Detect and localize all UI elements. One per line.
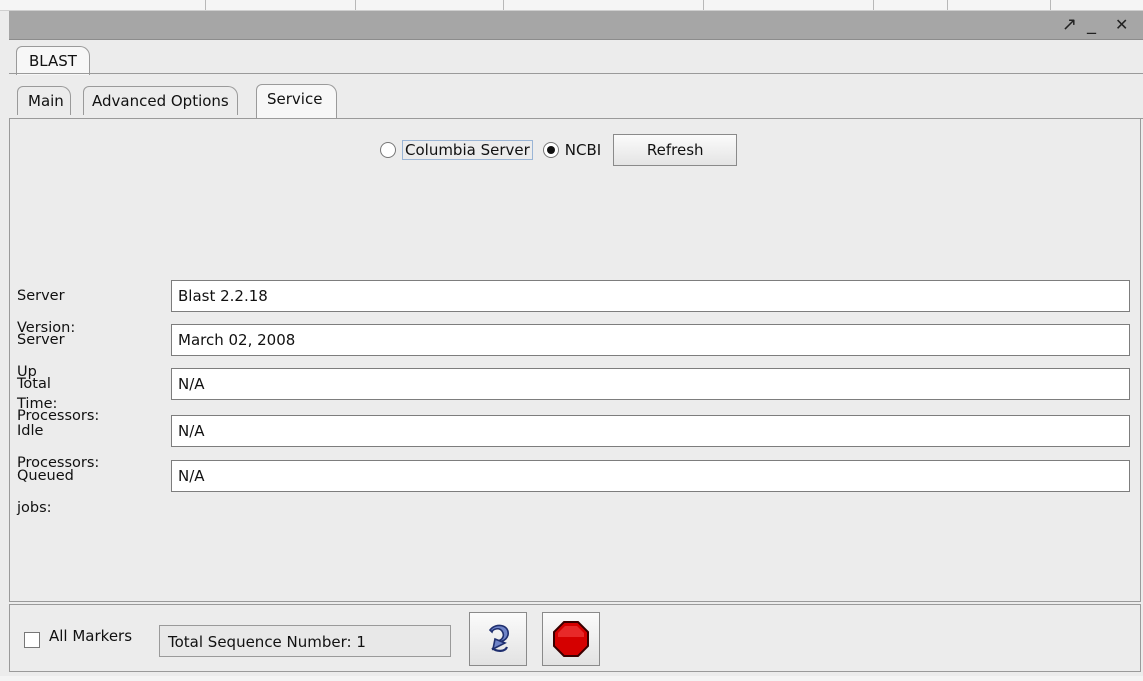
radio-label-columbia-server[interactable]: Columbia Server	[402, 140, 533, 160]
strip-separator	[1050, 0, 1051, 10]
stop-icon	[553, 621, 589, 657]
divider	[9, 73, 1143, 74]
strip-separator	[873, 0, 874, 10]
total-processors-field[interactable]	[171, 368, 1130, 400]
idle-processors-field[interactable]	[171, 415, 1130, 447]
server-selector: Columbia Server NCBI Refresh	[380, 134, 738, 166]
tab-service[interactable]: Service	[256, 84, 338, 119]
sequence-count-display: Total Sequence Number: 1	[159, 625, 451, 657]
server-version-field[interactable]	[171, 280, 1130, 312]
radio-columbia-server[interactable]	[380, 142, 396, 158]
stop-button[interactable]	[542, 612, 600, 666]
close-icon[interactable]: ✕	[1115, 14, 1128, 36]
tab-advanced-options[interactable]: Advanced Options	[83, 86, 238, 115]
service-panel	[9, 119, 1141, 602]
field-label: Queued jobs:	[17, 468, 74, 516]
all-markers-checkbox[interactable]	[24, 632, 40, 648]
server-up-time-field[interactable]	[171, 324, 1130, 356]
tab-label: Service	[267, 90, 323, 108]
all-markers-label[interactable]: All Markers	[49, 627, 132, 645]
radio-label-ncbi[interactable]: NCBI	[565, 141, 601, 159]
strip-separator	[503, 0, 504, 10]
strip-separator	[355, 0, 356, 10]
outer-tab-strip: BLAST	[9, 40, 1143, 75]
bottom-edge	[0, 676, 1143, 681]
tab-label: Main	[28, 92, 64, 110]
strip-separator	[205, 0, 206, 10]
maximize-icon[interactable]: ↗	[1062, 14, 1077, 36]
tab-blast[interactable]: BLAST	[16, 46, 90, 75]
queued-jobs-field[interactable]	[171, 460, 1130, 492]
radio-ncbi[interactable]	[542, 142, 559, 158]
refresh-button[interactable]: Refresh	[613, 134, 738, 166]
refresh-icon-button[interactable]	[469, 612, 527, 666]
strip-separator	[703, 0, 704, 10]
minimize-icon[interactable]: _	[1087, 14, 1096, 36]
refresh-icon	[488, 624, 509, 652]
tab-label: Advanced Options	[92, 92, 229, 110]
bottom-toolbar: All Markers Total Sequence Number: 1	[9, 604, 1141, 672]
top-toolbar-strip	[0, 0, 1143, 11]
window-title-bar: ↗ _ ✕	[9, 11, 1143, 40]
tab-label: BLAST	[29, 52, 77, 70]
strip-separator	[947, 0, 948, 10]
tab-main[interactable]: Main	[17, 86, 71, 115]
